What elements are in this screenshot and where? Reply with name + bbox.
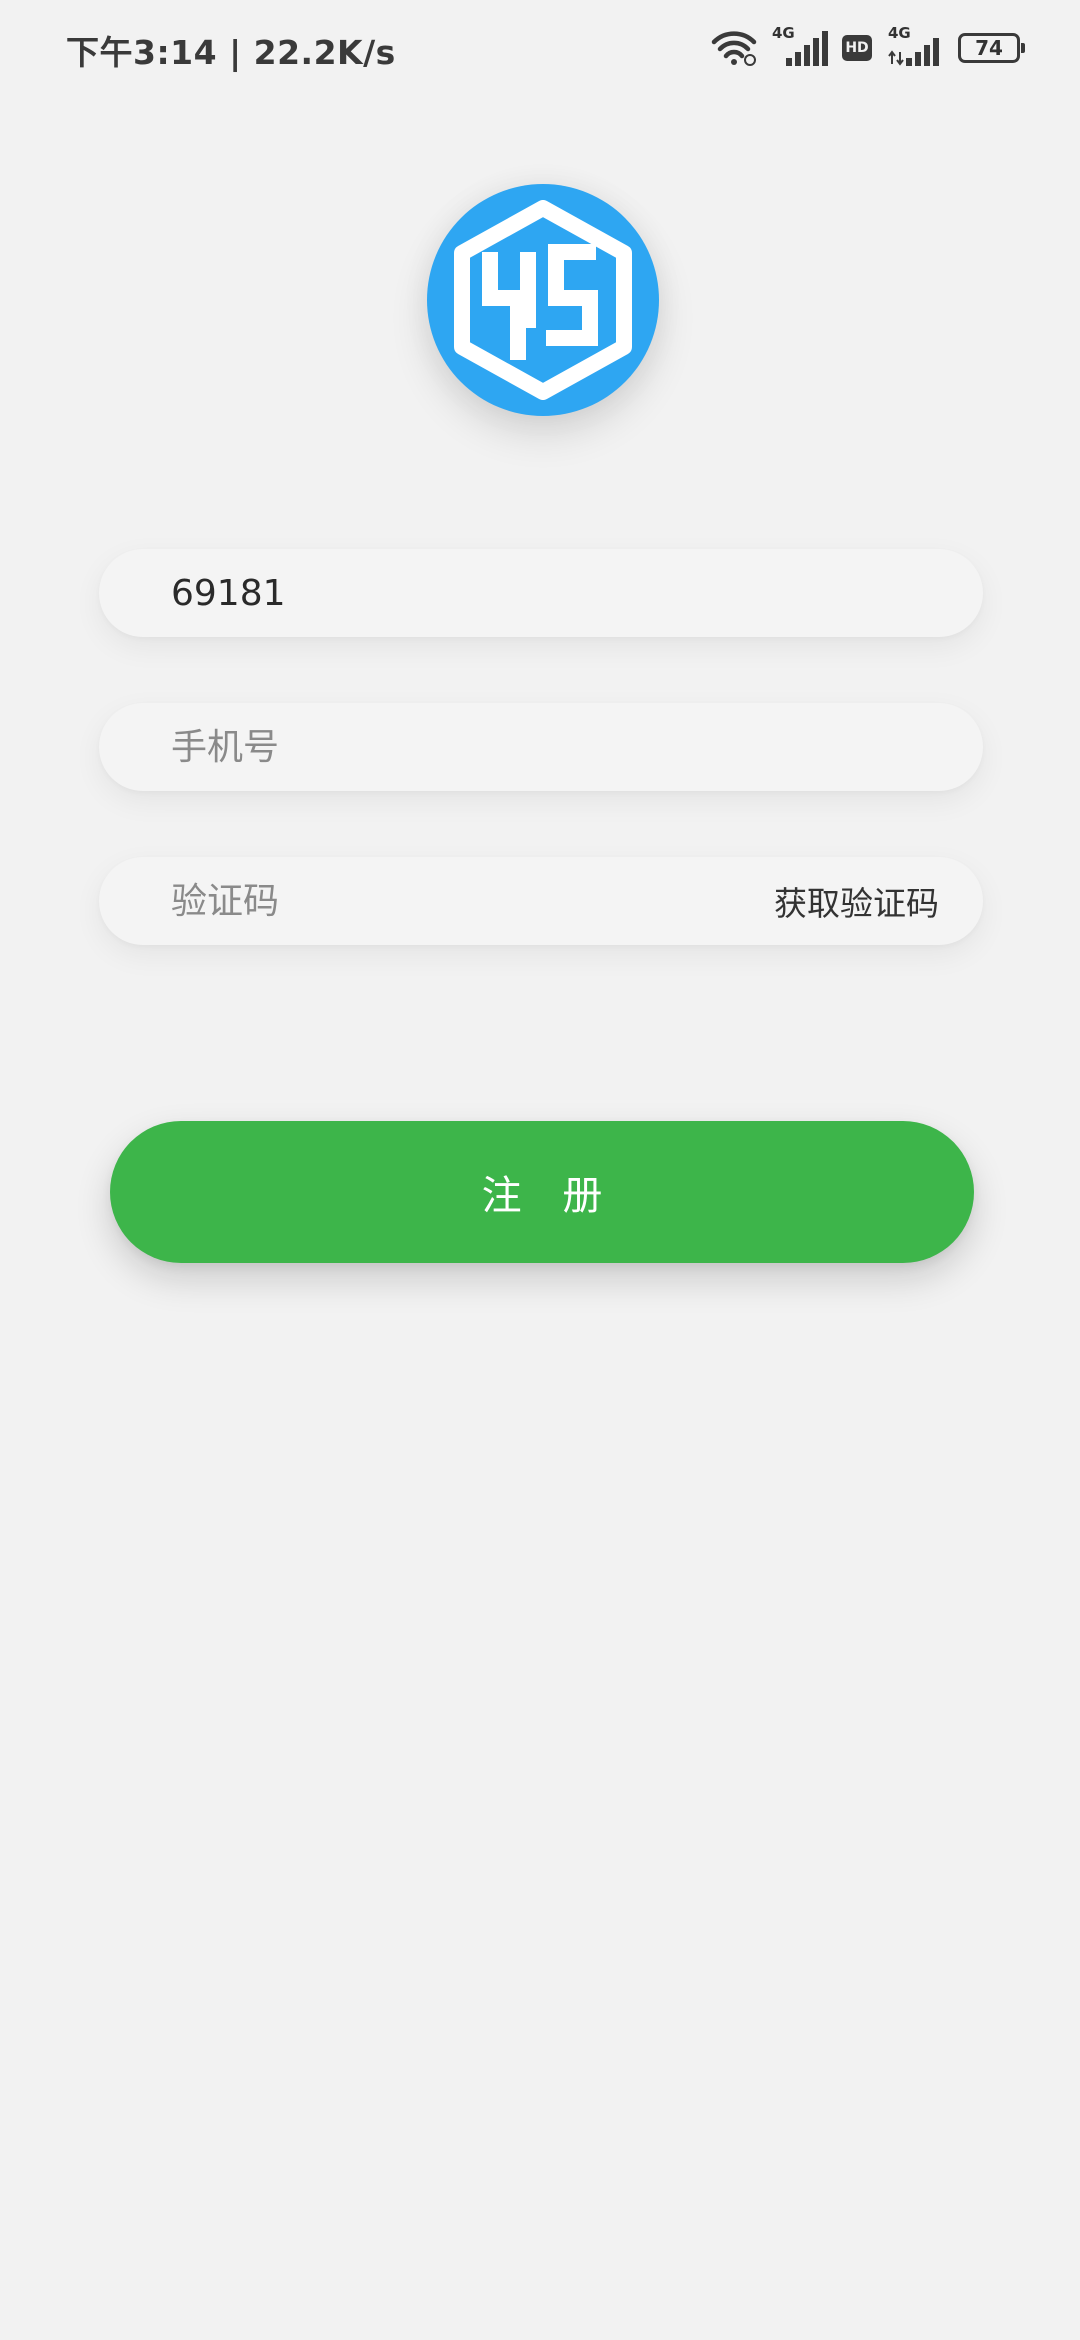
wifi-icon (711, 31, 757, 66)
status-icons: 4G HD 4G 74 (710, 24, 1025, 68)
signal-bars-data-icon (888, 38, 939, 66)
hd-label: HD (845, 40, 869, 56)
register-button[interactable]: 注 册 (110, 1121, 974, 1263)
username-input[interactable] (99, 549, 983, 637)
username-field[interactable] (99, 549, 983, 637)
hd-badge: HD (842, 35, 872, 61)
get-code-button[interactable]: 获取验证码 (774, 877, 983, 925)
status-time-speed: 下午3:14 | 22.2K/s (66, 33, 396, 72)
signal-bars-icon (786, 31, 828, 66)
register-screen: 下午3:14 | 22.2K/s 4G HD 4G 74 69181 手机号 验… (0, 0, 1080, 2340)
code-field[interactable]: 获取验证码 (99, 857, 983, 945)
ys-hexagon-logo-icon (454, 200, 632, 400)
signal-group-2: 4G (886, 24, 944, 68)
code-input[interactable] (99, 857, 774, 945)
signal-group-1: 4G (772, 24, 828, 68)
battery-level: 74 (975, 36, 1003, 60)
phone-input[interactable] (99, 703, 983, 791)
app-logo (427, 184, 659, 416)
battery-icon: 74 (958, 33, 1025, 63)
phone-field[interactable] (99, 703, 983, 791)
status-bar: 下午3:14 | 22.2K/s 4G HD 4G 74 (0, 0, 1080, 96)
register-button-label: 注 册 (481, 1173, 617, 1219)
